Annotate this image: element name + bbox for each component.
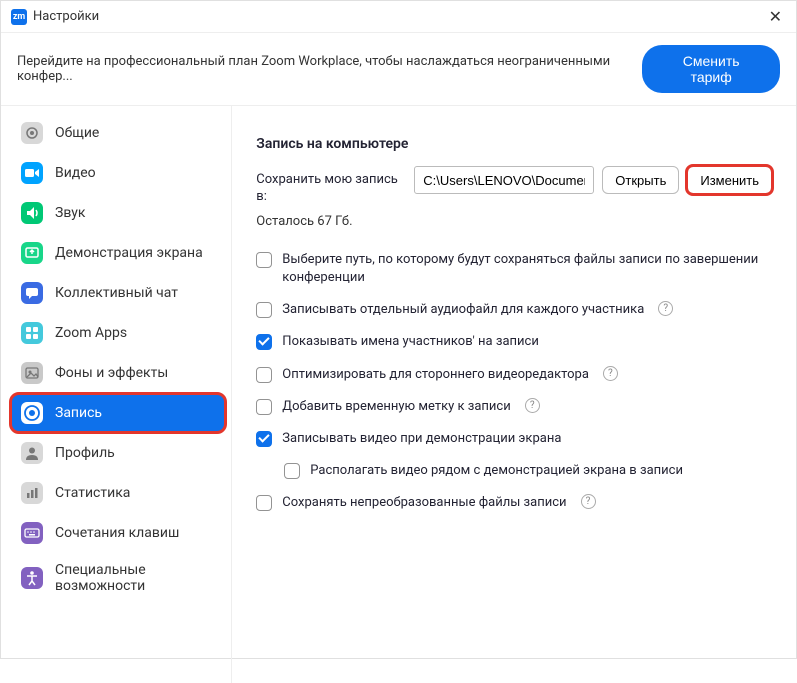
gear-icon bbox=[21, 122, 43, 144]
help-icon[interactable]: ? bbox=[603, 366, 618, 381]
option-checkbox[interactable] bbox=[256, 334, 272, 350]
share-icon bbox=[21, 242, 43, 264]
sidebar-item-record[interactable]: Запись bbox=[11, 394, 225, 432]
keyboard-icon bbox=[21, 522, 43, 544]
option-checkbox[interactable] bbox=[256, 399, 272, 415]
option-checkbox[interactable] bbox=[256, 367, 272, 383]
promo-bar: Перейдите на профессиональный план Zoom … bbox=[1, 33, 796, 106]
sidebar-item-keyboard[interactable]: Сочетания клавиш bbox=[11, 514, 225, 552]
change-button[interactable]: Изменить bbox=[687, 166, 772, 194]
sidebar-item-label: Общие bbox=[55, 125, 99, 141]
sidebar-item-label: Видео bbox=[55, 165, 96, 181]
help-icon[interactable]: ? bbox=[525, 398, 540, 413]
sidebar-item-apps[interactable]: Zoom Apps bbox=[11, 314, 225, 352]
sidebar-item-label: Запись bbox=[55, 405, 102, 421]
path-row: Сохранить мою запись в: Открыть Изменить bbox=[256, 166, 772, 206]
sidebar-item-label: Профиль bbox=[55, 445, 115, 461]
option-row: Сохранять непреобразованные файлы записи… bbox=[256, 494, 772, 512]
content: Общие Видео Звук Демонстрация экрана Коллект… bbox=[1, 106, 796, 683]
option-checkbox[interactable] bbox=[256, 495, 272, 511]
audio-icon bbox=[21, 202, 43, 224]
option-checkbox[interactable] bbox=[284, 463, 300, 479]
apps-icon bbox=[21, 322, 43, 344]
sidebar-item-share[interactable]: Демонстрация экрана bbox=[11, 234, 225, 272]
sidebar-item-label: Коллективный чат bbox=[55, 285, 178, 301]
sidebar-item-accessibility[interactable]: Специальные возможности bbox=[11, 554, 225, 602]
option-label: Оптимизировать для стороннего видеоредак… bbox=[282, 366, 589, 384]
app-icon: zm bbox=[11, 9, 27, 25]
titlebar-left: zm Настройки bbox=[11, 9, 99, 25]
sidebar-item-label: Zoom Apps bbox=[55, 325, 127, 341]
sidebar-item-stats[interactable]: Статистика bbox=[11, 474, 225, 512]
sidebar-item-chat[interactable]: Коллективный чат bbox=[11, 274, 225, 312]
stats-icon bbox=[21, 482, 43, 504]
sidebar-item-label: Сочетания клавиш bbox=[55, 525, 179, 541]
promo-text: Перейдите на профессиональный план Zoom … bbox=[17, 54, 642, 84]
sidebar-item-label: Специальные возможности bbox=[55, 562, 215, 594]
sidebar-item-video[interactable]: Видео bbox=[11, 154, 225, 192]
open-button[interactable]: Открыть bbox=[602, 166, 679, 194]
main-panel: Запись на компьютере Сохранить мою запис… bbox=[232, 106, 796, 683]
option-row: Выберите путь, по которому будут сохраня… bbox=[256, 251, 772, 287]
options-list: Выберите путь, по которому будут сохраня… bbox=[256, 251, 772, 513]
path-input[interactable] bbox=[414, 166, 594, 194]
option-checkbox[interactable] bbox=[256, 302, 272, 318]
remaining-space: Осталось 67 Гб. bbox=[256, 214, 772, 229]
option-checkbox[interactable] bbox=[256, 252, 272, 268]
sidebar-item-label: Звук bbox=[55, 205, 85, 221]
sidebar: Общие Видео Звук Демонстрация экрана Коллект… bbox=[1, 106, 232, 683]
window-title: Настройки bbox=[33, 9, 99, 24]
option-label: Показывать имена участников' на записи bbox=[282, 333, 539, 351]
option-label: Располагать видео рядом с демонстрацией … bbox=[310, 462, 683, 480]
option-row: Располагать видео рядом с демонстрацией … bbox=[284, 462, 772, 480]
sidebar-item-label: Статистика bbox=[55, 485, 130, 501]
sidebar-item-background[interactable]: Фоны и эффекты bbox=[11, 354, 225, 392]
option-row: Оптимизировать для стороннего видеоредак… bbox=[256, 366, 772, 384]
titlebar: zm Настройки ✕ bbox=[1, 1, 796, 33]
path-label: Сохранить мою запись в: bbox=[256, 166, 406, 206]
option-label: Сохранять непреобразованные файлы записи bbox=[282, 494, 566, 512]
option-row: Показывать имена участников' на записи bbox=[256, 333, 772, 351]
sidebar-item-audio[interactable]: Звук bbox=[11, 194, 225, 232]
option-label: Записывать видео при демонстрации экрана bbox=[282, 430, 561, 448]
background-icon bbox=[21, 362, 43, 384]
profile-icon bbox=[21, 442, 43, 464]
help-icon[interactable]: ? bbox=[658, 301, 673, 316]
video-icon bbox=[21, 162, 43, 184]
option-row: Записывать отдельный аудиофайл для каждо… bbox=[256, 301, 772, 319]
sidebar-item-profile[interactable]: Профиль bbox=[11, 434, 225, 472]
option-label: Добавить временную метку к записи bbox=[282, 398, 510, 416]
option-row: Записывать видео при демонстрации экрана bbox=[256, 430, 772, 448]
close-button[interactable]: ✕ bbox=[765, 7, 786, 26]
chat-icon bbox=[21, 282, 43, 304]
option-label: Записывать отдельный аудиофайл для каждо… bbox=[282, 301, 644, 319]
option-checkbox[interactable] bbox=[256, 431, 272, 447]
sidebar-item-label: Демонстрация экрана bbox=[55, 245, 203, 261]
record-icon bbox=[21, 402, 43, 424]
sidebar-item-label: Фоны и эффекты bbox=[55, 365, 168, 381]
sidebar-item-gear[interactable]: Общие bbox=[11, 114, 225, 152]
section-title: Запись на компьютере bbox=[256, 136, 772, 152]
change-plan-button[interactable]: Сменить тариф bbox=[642, 45, 780, 93]
accessibility-icon bbox=[21, 567, 43, 589]
option-label: Выберите путь, по которому будут сохраня… bbox=[282, 251, 772, 287]
option-row: Добавить временную метку к записи? bbox=[256, 398, 772, 416]
help-icon[interactable]: ? bbox=[581, 494, 596, 509]
